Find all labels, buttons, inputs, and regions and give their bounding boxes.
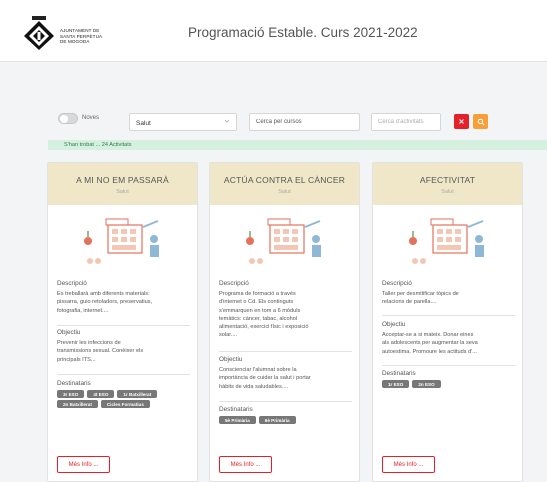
objective-heading: Objectiu xyxy=(57,329,81,336)
description-section: Descripció Programa de formació a través… xyxy=(219,280,352,340)
audience-section: Destinataris 3r ESO 4t ESO 1r Batxillera… xyxy=(57,380,190,408)
logo-line-3: DE MOGODA xyxy=(60,39,90,45)
activity-search-input[interactable] xyxy=(371,113,441,131)
divider xyxy=(382,365,515,366)
result-count: S'han trobat ... 24 Activitats xyxy=(48,140,547,150)
card-category: Salut xyxy=(278,189,291,195)
logo-text: AJUNTAMENT DE SANTA PERPÈTUA DE MOGODA xyxy=(60,28,102,45)
description-heading: Descripció xyxy=(57,280,87,287)
more-info-button[interactable]: Més Info ... xyxy=(57,456,110,473)
audience-heading: Destinataris xyxy=(219,406,253,413)
clear-button[interactable] xyxy=(454,114,469,129)
activity-illustration-icon xyxy=(246,218,321,264)
activity-illustration-icon xyxy=(409,218,484,264)
more-info-button[interactable]: Més Info ... xyxy=(219,456,272,473)
divider xyxy=(219,351,352,352)
audience-badges: 3r ESO 4t ESO 1r Batxillerat 2n Batxille… xyxy=(57,390,172,408)
card-header: ACTÚA CONTRA EL CÀNCER Salut xyxy=(210,163,359,205)
new-only-toggle[interactable] xyxy=(58,113,78,124)
objective-text: Prevenir les infeccions de transmissions … xyxy=(57,340,144,363)
audience-badge: 3r ESO xyxy=(57,390,85,398)
objective-text: Acceptar-se a si mateix. Donar eines als … xyxy=(382,332,478,355)
filter-bar: Noves Salut xyxy=(0,112,547,136)
objective-heading: Objectiu xyxy=(382,321,406,328)
audience-badges: 1r ESO 2n ESO xyxy=(382,380,497,388)
audience-section: Destinataris 5è Primària 6è Primària xyxy=(219,406,352,424)
divider xyxy=(219,401,352,402)
audience-heading: Destinataris xyxy=(57,380,91,387)
description-text: Taller per desmitificar tòpics de relacio… xyxy=(382,291,459,306)
description-text: Programa de formació a través d'internet … xyxy=(219,291,309,339)
description-section: Descripció Es treballarà amb diferents m… xyxy=(57,280,190,315)
objective-section: Objectiu Prevenir les infeccions de trans… xyxy=(57,329,190,364)
more-info-button[interactable]: Més Info ... xyxy=(382,456,435,473)
course-search-input[interactable] xyxy=(249,113,360,131)
audience-badges: 5è Primària 6è Primària xyxy=(219,416,334,424)
audience-section: Destinataris 1r ESO 2n ESO xyxy=(382,370,515,388)
category-select[interactable]: Salut xyxy=(129,113,237,131)
description-section: Descripció Taller per desmitificar tòpic… xyxy=(382,280,515,307)
objective-heading: Objectiu xyxy=(219,356,243,363)
toggle-label: Noves xyxy=(82,115,100,121)
activity-card: AFECTIVITAT Salut Descripció Taller per … xyxy=(372,162,523,482)
divider xyxy=(57,374,190,375)
audience-badge: 2n ESO xyxy=(412,380,441,388)
objective-section: Objectiu Acceptar-se a si mateix. Donar … xyxy=(382,321,515,356)
objective-text: Conscienciar l'alumnat sobre la importànc… xyxy=(219,367,311,390)
card-title: AFECTIVITAT xyxy=(419,175,476,185)
chevron-down-icon xyxy=(224,118,230,126)
audience-badge: 4t ESO xyxy=(87,390,115,398)
card-category: Salut xyxy=(116,189,129,195)
description-heading: Descripció xyxy=(382,280,412,287)
divider xyxy=(382,315,515,316)
description-heading: Descripció xyxy=(219,280,249,287)
logo-line-1: AJUNTAMENT DE xyxy=(60,28,100,33)
audience-badge: 6è Primària xyxy=(258,416,296,424)
search-button[interactable] xyxy=(473,114,488,129)
description-text: Es treballarà amb diferents materials: pi… xyxy=(57,291,153,314)
audience-badge: 1r ESO xyxy=(382,380,410,388)
audience-badge: 5è Primària xyxy=(219,416,256,424)
app-header: AJUNTAMENT DE SANTA PERPÈTUA DE MOGODA P… xyxy=(0,0,547,62)
audience-badge: 2n Batxillerat xyxy=(57,400,98,408)
category-select-value: Salut xyxy=(136,120,151,127)
card-title: ACTÚA CONTRA EL CÀNCER xyxy=(223,175,346,185)
divider xyxy=(57,325,190,326)
activity-card: ACTÚA CONTRA EL CÀNCER Salut Descripció … xyxy=(209,162,360,482)
audience-badge: Cicles Formatius xyxy=(100,400,150,408)
activity-card: A MI NO EM PASSARÀ Salut Descripció Es t… xyxy=(47,162,198,482)
page-title: Programació Estable. Curs 2021-2022 xyxy=(188,25,418,40)
card-header: A MI NO EM PASSARÀ Salut xyxy=(48,163,197,205)
municipal-logo[interactable]: AJUNTAMENT DE SANTA PERPÈTUA DE MOGODA xyxy=(14,12,124,52)
activity-illustration-icon xyxy=(84,218,159,264)
card-title: A MI NO EM PASSARÀ xyxy=(76,175,169,185)
search-icon xyxy=(477,118,484,125)
audience-badge: 1r Batxillerat xyxy=(117,390,158,398)
x-icon xyxy=(459,119,464,124)
card-category: Salut xyxy=(441,189,454,195)
card-header: AFECTIVITAT Salut xyxy=(373,163,522,205)
coat-of-arms-icon xyxy=(24,16,54,50)
audience-heading: Destinataris xyxy=(382,370,416,377)
objective-section: Objectiu Conscienciar l'alumnat sobre la… xyxy=(219,356,352,391)
